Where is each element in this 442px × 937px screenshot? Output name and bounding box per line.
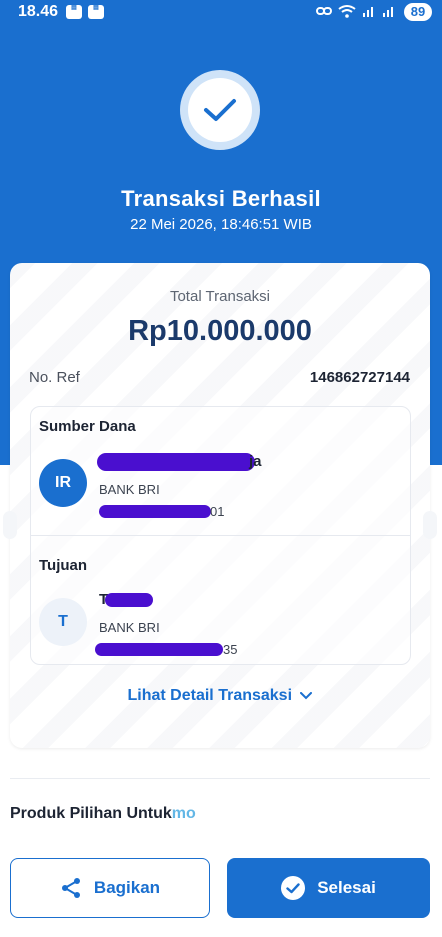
notification-box-icon: ▤ (88, 5, 104, 19)
check-icon (204, 99, 236, 121)
source-name-tail: ja (249, 453, 262, 470)
success-badge (180, 70, 260, 150)
ticket-notch (3, 511, 17, 539)
redaction-mark (95, 643, 223, 656)
source-account: 01 (99, 504, 259, 520)
produk-heading: Produk Pilihan Untukmo (10, 805, 196, 823)
detail-link-label: Lihat Detail Transaksi (127, 687, 293, 704)
done-button[interactable]: Selesai (227, 858, 430, 918)
ref-label: No. Ref (29, 369, 80, 386)
status-icons (316, 4, 396, 18)
signal-icon (383, 7, 393, 17)
share-icon (61, 878, 80, 898)
destination-avatar: T (39, 598, 87, 646)
ref-value: 146862727144 (309, 369, 410, 386)
receipt-card: Total Transaksi Rp10.000.000 No. Ref 146… (3, 263, 437, 748)
produk-logo: mo (171, 805, 196, 822)
divider (31, 535, 410, 536)
detail-link[interactable]: Lihat Detail Transaksi (10, 687, 430, 705)
signal-icon (363, 7, 373, 17)
total-label: Total Transaksi (169, 288, 271, 305)
share-button-label: Bagikan (93, 878, 161, 897)
source-account-tail: 01 (210, 504, 225, 519)
destination-account: 35 (95, 642, 255, 658)
wifi-icon (338, 5, 356, 18)
parties-box: Sumber Dana IR ja BANK BRI 01 Tujuan T T… (30, 406, 411, 665)
destination-section-title: Tujuan (39, 557, 88, 574)
chevron-down-icon (300, 691, 313, 700)
redaction-mark (99, 505, 211, 518)
section-divider (10, 778, 430, 779)
source-avatar: IR (39, 459, 87, 507)
notification-box-icon: ▤ (66, 5, 82, 19)
produk-label: Produk Pilihan Untuk (10, 805, 172, 822)
redaction-mark (97, 453, 255, 471)
status-time: 18.46 (18, 3, 59, 20)
transaction-datetime: 22 Mei 2026, 18:46:51 WIB (130, 216, 312, 233)
source-bank: BANK BRI (99, 482, 160, 497)
check-circle-icon (281, 876, 306, 900)
share-button[interactable]: Bagikan (10, 858, 210, 918)
destination-account-tail: 35 (223, 642, 238, 657)
ticket-notch (423, 511, 437, 539)
destination-bank: BANK BRI (99, 620, 160, 635)
total-amount: Rp10.000.000 (128, 315, 312, 347)
page-title: Transaksi Berhasil (121, 186, 321, 211)
redaction-mark (105, 593, 153, 607)
done-button-label: Selesai (317, 878, 376, 897)
battery-indicator: 89 (404, 3, 432, 21)
status-bar: 18.46 ▤ ▤ 89 (0, 0, 442, 26)
source-section-title: Sumber Dana (39, 418, 136, 435)
link-icon (316, 7, 332, 15)
